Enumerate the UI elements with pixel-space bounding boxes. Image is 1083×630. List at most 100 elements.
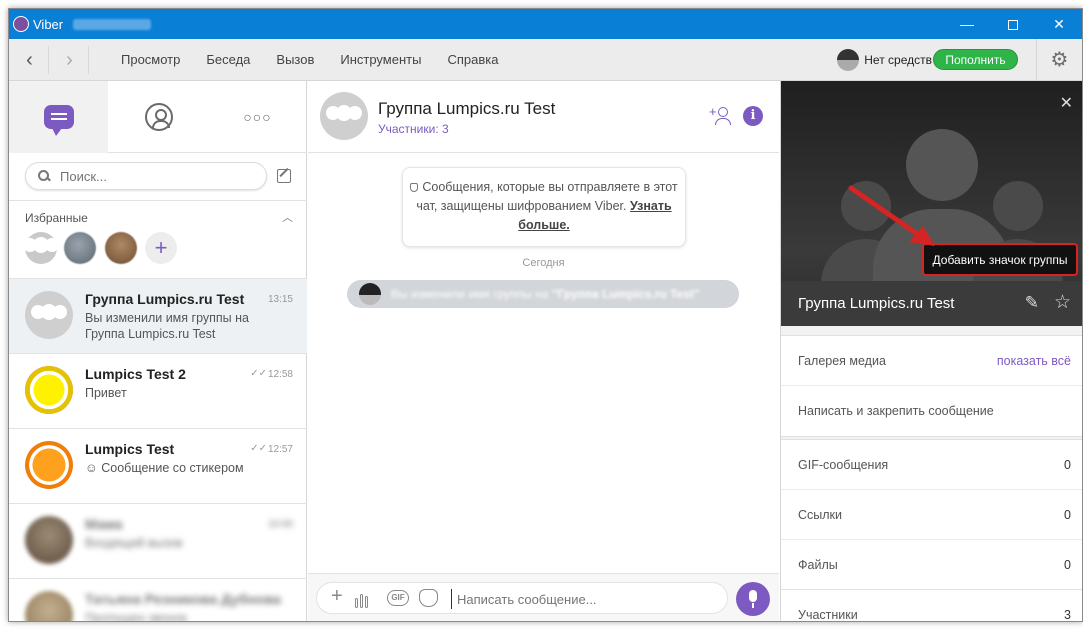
main-menu: Просмотр Беседа Вызов Инструменты Справк… — [121, 52, 524, 67]
date-separator: Сегодня — [522, 257, 565, 269]
search-box[interactable] — [25, 162, 267, 190]
pencil-icon[interactable]: ✎ — [1025, 293, 1039, 313]
close-icon[interactable]: ✕ — [1060, 93, 1073, 113]
topup-button[interactable]: Пополнить — [933, 49, 1018, 70]
back-button[interactable]: ‹ — [11, 46, 49, 74]
microphone-icon[interactable] — [736, 582, 770, 616]
menu-view[interactable]: Просмотр — [121, 52, 180, 67]
system-message-prefix: Вы изменили имя группы на — [391, 287, 552, 301]
list-item[interactable]: Lumpics Test ✓✓ 12:57 ☺ Сообщение со сти… — [9, 429, 307, 504]
gif-icon[interactable]: GIF — [387, 590, 409, 606]
chat-name: Мама — [85, 516, 123, 532]
chat-preview-text: Сообщение со стикером — [101, 461, 244, 475]
menu-call[interactable]: Вызов — [276, 52, 314, 67]
avatar — [25, 441, 73, 489]
members-count: 3 — [1064, 608, 1071, 622]
app-name: Viber — [33, 17, 64, 32]
search-icon — [38, 170, 50, 182]
menu-conversation[interactable]: Беседа — [206, 52, 250, 67]
new-chat-compose-icon[interactable] — [277, 169, 291, 183]
chevron-up-icon[interactable]: ︿ — [282, 209, 293, 225]
group-icon-area[interactable]: ✕ Добавить значок группы Группа Lumpics.… — [781, 81, 1082, 326]
media-gallery-row[interactable]: Галерея медиа показать всё — [781, 336, 1082, 386]
media-gallery-label: Галерея медиа — [798, 354, 886, 368]
list-item[interactable]: Татьяна Резникова Дубнова Пропущен звоно… — [9, 579, 307, 621]
menu-tools[interactable]: Инструменты — [340, 52, 421, 67]
add-participant-icon[interactable]: + — [709, 104, 733, 127]
group-name: Группа Lumpics.ru Test — [798, 295, 955, 312]
encryption-notice: Сообщения, которые вы отправляете в этот… — [402, 167, 686, 247]
system-message: Вы изменили имя группы на "Группа Lumpic… — [347, 280, 739, 308]
pin-message-row[interactable]: Написать и закрепить сообщение — [781, 386, 1082, 436]
pin-message-label: Написать и закрепить сообщение — [798, 404, 994, 418]
gif-row[interactable]: GIF-сообщения 0 — [781, 440, 1082, 490]
maximize-button[interactable] — [990, 9, 1036, 39]
attach-plus-icon[interactable]: + — [331, 585, 343, 608]
conversation-header: Группа Lumpics.ru Test Участники: 3 + i — [308, 81, 779, 153]
minimize-button[interactable]: — — [944, 9, 990, 39]
links-count: 0 — [1064, 508, 1071, 522]
composer-box: + GIF — [316, 582, 728, 614]
close-window-button[interactable]: ✕ — [1036, 9, 1082, 39]
favorite-contact-avatar[interactable] — [64, 232, 96, 264]
files-label: Файлы — [798, 558, 838, 572]
chat-time: 10:00 — [267, 519, 293, 530]
favorite-contact-avatar[interactable] — [105, 232, 137, 264]
show-all-link[interactable]: показать всё — [997, 354, 1071, 368]
favorite-group-avatar[interactable] — [23, 232, 59, 264]
tab-more[interactable]: ○○○ — [208, 81, 307, 153]
more-dots-icon: ○○○ — [243, 109, 272, 125]
members-label: Участники — [798, 608, 858, 622]
contacts-icon — [144, 103, 173, 131]
chat-name: Lumpics Test 2 — [85, 366, 186, 382]
list-item[interactable]: Мама 10:00 Входящий вызов — [9, 504, 307, 579]
add-favorite-plus-icon[interactable]: + — [145, 232, 177, 264]
sticker-icon: ☺ — [85, 461, 102, 475]
tab-contacts[interactable] — [109, 81, 208, 153]
forward-button[interactable]: › — [51, 46, 89, 74]
list-item[interactable]: Группа Lumpics.ru Test 13:15 Вы изменили… — [9, 279, 307, 354]
viber-out-credit[interactable]: Нет средств — [837, 48, 932, 72]
files-count: 0 — [1064, 558, 1071, 572]
chat-bubble-icon — [43, 105, 74, 136]
viber-logo-icon — [13, 16, 29, 32]
participants-count[interactable]: Участники: 3 — [378, 122, 449, 136]
avatar — [25, 366, 73, 414]
chat-list: Группа Lumpics.ru Test 13:15 Вы изменили… — [9, 279, 307, 621]
credit-label: Нет средств — [864, 53, 932, 67]
members-card: Участники 3 — [781, 589, 1082, 622]
title-bar: Viber — ✕ — [9, 9, 1082, 39]
info-icon[interactable]: i — [743, 106, 763, 126]
shield-icon — [410, 183, 419, 192]
conversation-title[interactable]: Группа Lumpics.ru Test — [378, 99, 555, 119]
sticker-icon[interactable] — [419, 589, 438, 607]
read-ticks-icon: ✓✓ — [250, 443, 267, 454]
system-message-text: Вы изменили имя группы на "Группа Lumpic… — [391, 287, 700, 301]
files-row[interactable]: Файлы 0 — [781, 540, 1082, 590]
chat-preview: Вы изменили имя группы на Группа Lumpics… — [85, 311, 249, 341]
star-icon[interactable]: ☆ — [1054, 291, 1071, 314]
favorites-label: Избранные — [25, 211, 88, 225]
read-ticks-icon: ✓✓ — [250, 368, 267, 379]
settings-gear-icon[interactable]: ⚙ — [1036, 39, 1082, 81]
chat-time: 12:57 — [267, 444, 293, 455]
search-input[interactable] — [60, 168, 240, 184]
viber-window: Viber — ✕ ‹ › Просмотр Беседа Вызов Инст… — [8, 8, 1083, 622]
favorites-section: Избранные ︿ + — [9, 201, 307, 279]
chat-preview: ☺ Сообщение со стикером — [85, 460, 285, 476]
chat-name: Группа Lumpics.ru Test — [85, 291, 245, 307]
links-row[interactable]: Ссылки 0 — [781, 490, 1082, 540]
message-input[interactable] — [451, 589, 719, 609]
message-composer: + GIF — [308, 573, 779, 621]
menu-help[interactable]: Справка — [447, 52, 498, 67]
members-row[interactable]: Участники 3 — [781, 590, 1082, 622]
tab-chats[interactable] — [9, 81, 108, 153]
add-group-icon-button[interactable]: Добавить значок группы — [922, 243, 1078, 276]
group-avatar[interactable] — [320, 92, 368, 140]
group-name-bar: Группа Lumpics.ru Test ✎ ☆ — [781, 281, 1082, 326]
list-item[interactable]: Lumpics Test 2 ✓✓ 12:58 Привет — [9, 354, 307, 429]
conversation-panel: Группа Lumpics.ru Test Участники: 3 + i … — [308, 81, 779, 621]
avatar — [359, 283, 381, 305]
system-message-name: "Группа Lumpics.ru Test" — [551, 287, 700, 301]
poll-icon[interactable] — [355, 590, 370, 608]
